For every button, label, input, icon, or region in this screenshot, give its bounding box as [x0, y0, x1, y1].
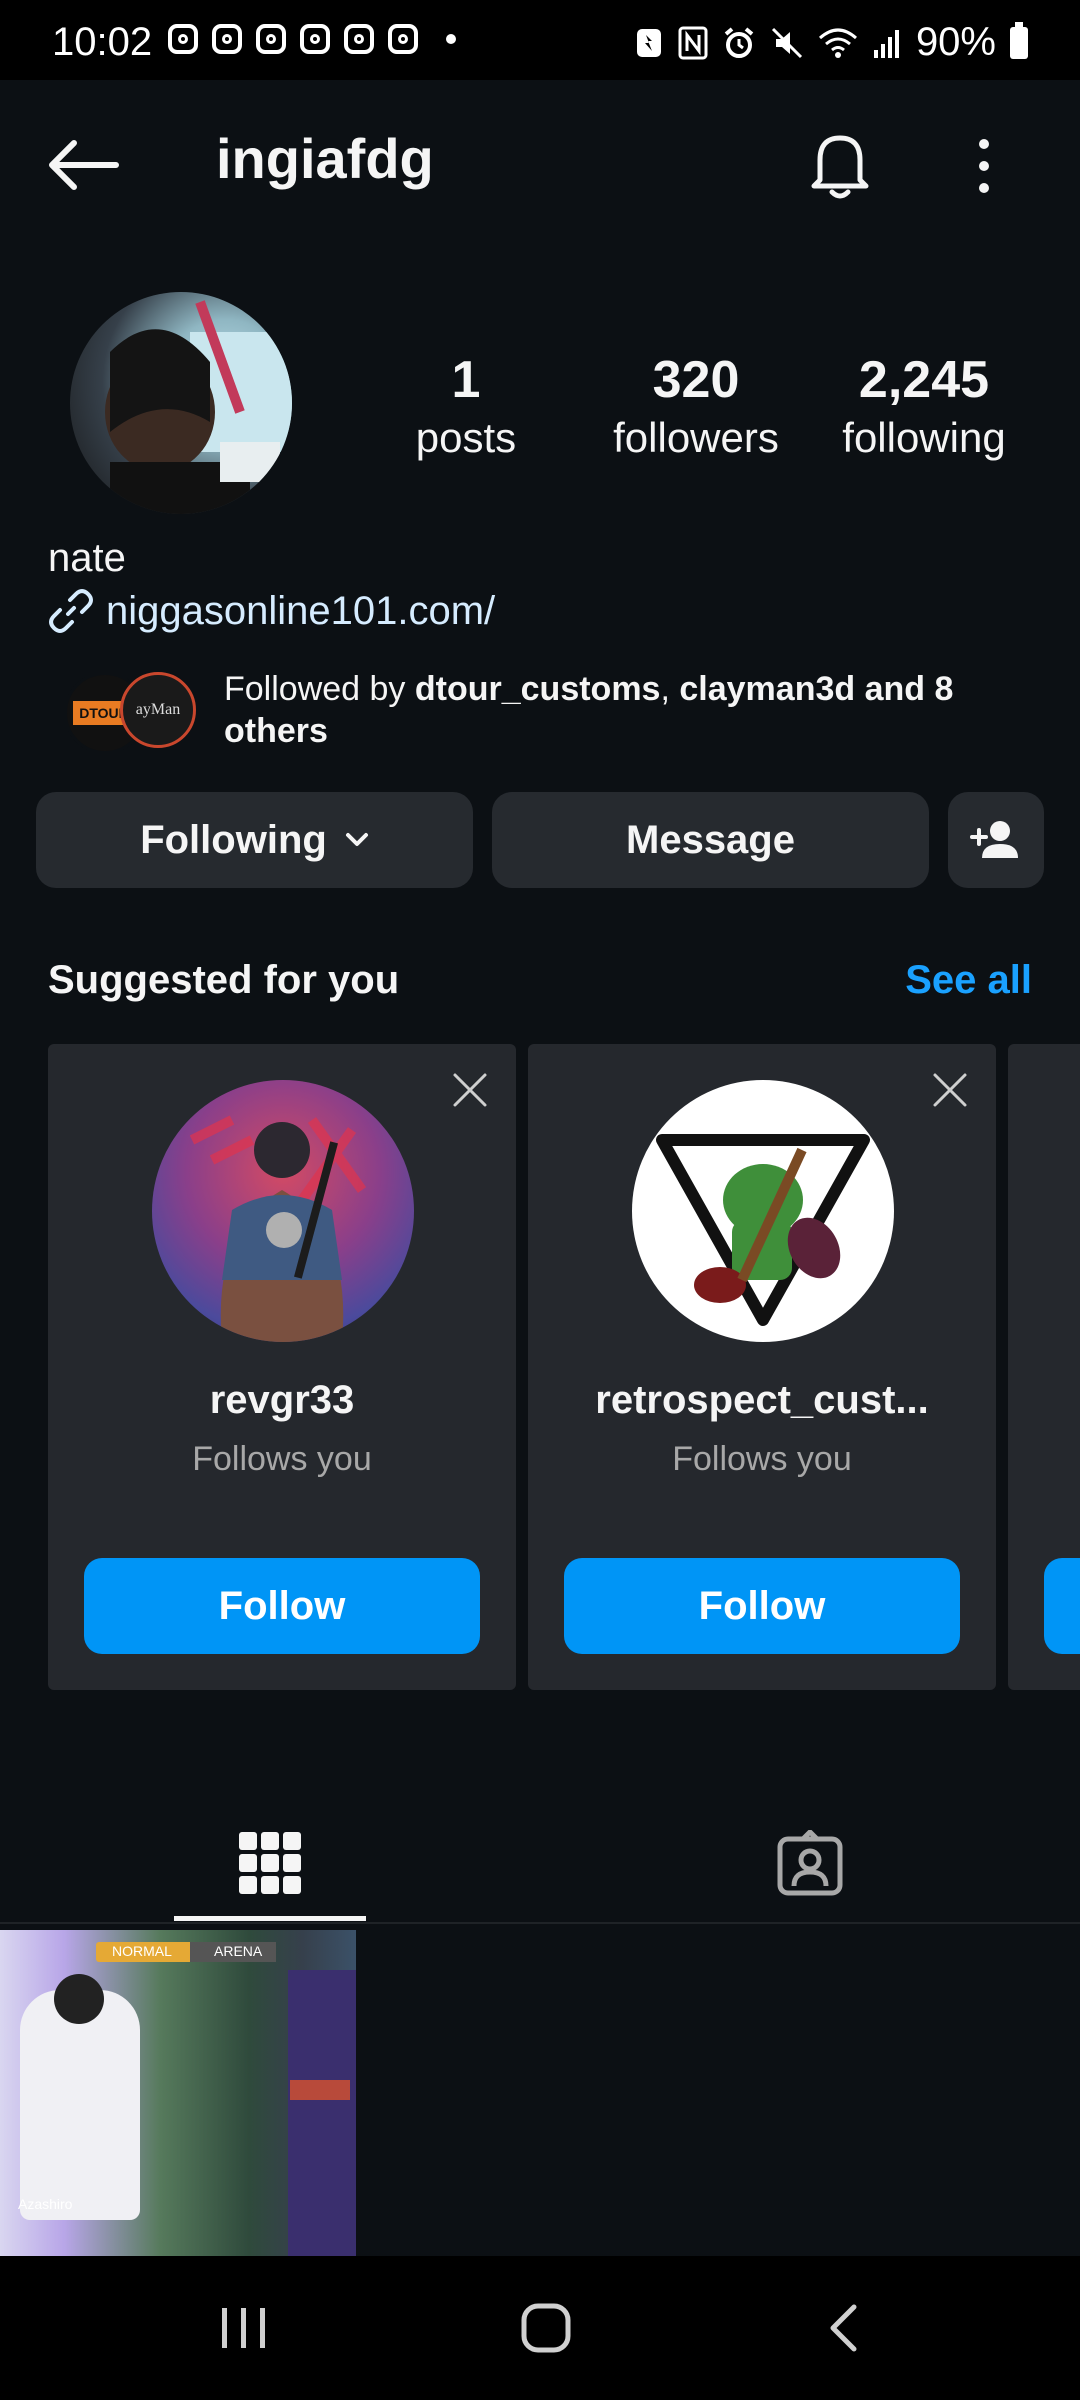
profile-name: nate	[48, 536, 126, 580]
instagram-icon	[212, 24, 242, 54]
post-character	[20, 1990, 140, 2220]
followers-stat[interactable]: 320 followers	[596, 350, 796, 462]
battery-icon	[1010, 21, 1028, 59]
tagged-person-icon	[777, 1830, 843, 1896]
tab-tagged[interactable]	[714, 1808, 906, 1918]
profile-photo	[105, 300, 292, 514]
tab-divider	[0, 1922, 1080, 1924]
profile-avatar[interactable]	[70, 292, 292, 514]
followers-count: 320	[652, 351, 740, 409]
followed-by-user2: clayman3d	[679, 670, 856, 708]
following-count: 2,245	[858, 351, 990, 409]
mutual-followers-avatars[interactable]: DTOUR ayMan	[64, 670, 196, 754]
active-tab-indicator	[174, 1916, 366, 1921]
home-icon[interactable]	[520, 2302, 572, 2354]
nfc-icon	[678, 26, 708, 59]
link-icon	[49, 589, 93, 633]
suggestion-avatar[interactable]	[152, 1080, 414, 1342]
notification-bell-icon[interactable]	[806, 130, 874, 200]
following-button[interactable]: Following	[36, 792, 473, 888]
retrospect-customs-logo	[656, 1134, 870, 1326]
instagram-icon	[300, 24, 330, 54]
back-nav-icon[interactable]	[828, 2304, 858, 2352]
back-arrow-icon[interactable]	[46, 140, 120, 190]
status-right: 90%	[634, 20, 1028, 65]
status-time: 10:02	[52, 20, 153, 64]
suggestion-username[interactable]: retrospect_cust...	[528, 1378, 996, 1423]
notification-icons	[168, 24, 456, 54]
followers-label: followers	[613, 414, 779, 461]
posts-label: posts	[415, 414, 517, 461]
follow-button[interactable]: Follow	[84, 1558, 480, 1654]
more-notifications-dot-icon	[446, 34, 456, 44]
chevron-down-icon	[345, 833, 368, 846]
instagram-icon	[344, 24, 374, 54]
close-icon[interactable]	[932, 1072, 968, 1108]
grid-icon	[239, 1832, 301, 1894]
suggestion-subtitle: Follows you	[672, 1440, 852, 1478]
post-badge-right: ARENA	[214, 1943, 263, 1959]
suggestion-avatar[interactable]	[632, 1080, 894, 1342]
suggestion-card[interactable]: revgr33 Follows you Follow	[48, 1044, 516, 1690]
more-options-icon[interactable]	[976, 136, 992, 196]
following-button-label: Following	[140, 817, 327, 862]
follow-button[interactable]: Follow	[564, 1558, 960, 1654]
samurai-artwork	[189, 1115, 367, 1342]
post-badge-left: NORMAL	[112, 1943, 172, 1959]
instagram-icon	[256, 24, 286, 54]
wifi-icon	[818, 28, 857, 58]
follow-button-partial[interactable]	[1044, 1558, 1080, 1654]
alarm-icon	[724, 26, 754, 58]
following-stat[interactable]: 2,245 following	[824, 350, 1024, 462]
suggestion-card[interactable]: retrospect_cust... Follows you Follow	[528, 1044, 996, 1690]
post-caption: Azashiro	[18, 2196, 73, 2212]
close-icon[interactable]	[452, 1072, 488, 1108]
post-thumbnail[interactable]: NORMAL ARENA Azashiro	[0, 1930, 356, 2256]
signal-icon	[873, 29, 899, 58]
posts-stat[interactable]: 1 posts	[396, 350, 536, 462]
suggested-title: Suggested for you	[48, 958, 400, 1002]
recent-apps-icon[interactable]	[220, 2306, 268, 2350]
battery-percent: 90%	[915, 20, 996, 64]
followed-by-user1: dtour_customs	[414, 670, 661, 708]
page-title: ingiafdg	[216, 127, 434, 190]
add-person-icon	[970, 821, 1018, 858]
followed-by-text[interactable]: Followed by dtour_customs, clayman3d and…	[224, 668, 1004, 752]
message-button-label: Message	[626, 817, 795, 862]
posts-count: 1	[451, 351, 481, 409]
suggest-people-button[interactable]	[948, 792, 1044, 888]
instagram-icon	[388, 24, 418, 54]
message-button[interactable]: Message	[492, 792, 929, 888]
tab-posts-grid[interactable]	[174, 1808, 366, 1918]
following-label: following	[842, 414, 1006, 461]
profile-link-text: niggasonline101.com/	[106, 588, 496, 633]
suggestion-username[interactable]: revgr33	[48, 1378, 516, 1423]
profile-link[interactable]: niggasonline101.com/	[48, 588, 495, 634]
post-side-panel	[288, 1970, 356, 2256]
mute-icon	[771, 27, 802, 58]
see-all-link[interactable]: See all	[905, 958, 1032, 1003]
instagram-icon	[168, 24, 198, 54]
suggestion-subtitle: Follows you	[192, 1440, 372, 1478]
mutual-avatar-clayman: ayMan	[120, 672, 196, 748]
battery-saver-icon	[636, 28, 661, 57]
suggestion-card-partial[interactable]	[1008, 1044, 1080, 1690]
